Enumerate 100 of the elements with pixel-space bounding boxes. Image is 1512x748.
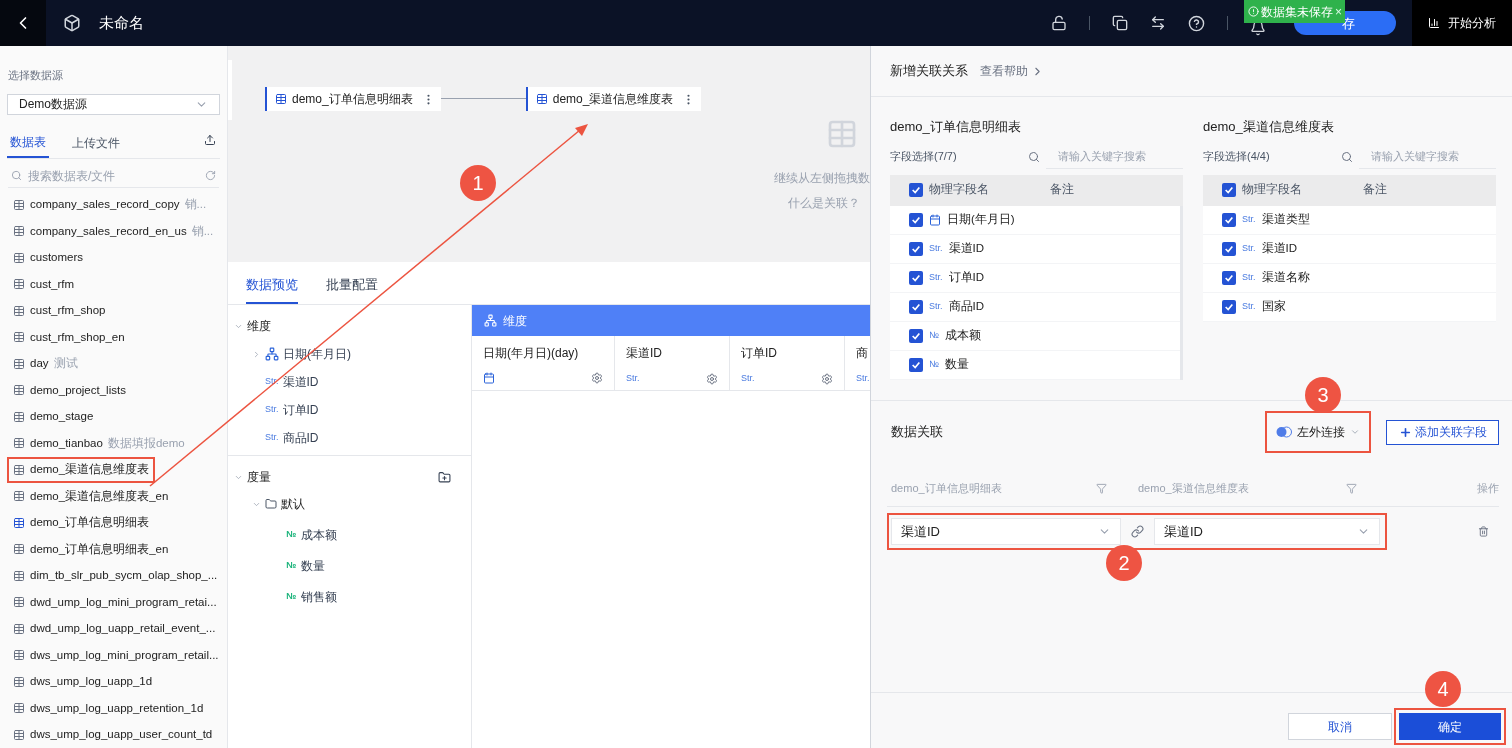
folder-name[interactable]: 默认 [281, 495, 305, 513]
checkbox[interactable] [909, 357, 923, 372]
dimension-field[interactable]: 订单ID [282, 401, 319, 419]
field-name: 渠道名称 [1261, 269, 1310, 285]
table-list-item[interactable]: company_sales_record_copy 销... [7, 191, 213, 218]
table-list-item[interactable]: dws_ump_log_mini_program_retail... [7, 642, 225, 669]
table-list-item[interactable]: cust_rfm_shop [7, 297, 112, 324]
checkbox[interactable] [909, 212, 923, 227]
type-label: № [929, 357, 939, 371]
table-icon [13, 384, 25, 397]
table-list-item[interactable]: demo_stage [7, 403, 100, 430]
field-name: 日期(年月日) [947, 211, 1015, 227]
checkbox[interactable] [1222, 299, 1236, 314]
dimension-field[interactable]: 日期(年月日) [283, 345, 351, 363]
table-icon [13, 649, 25, 662]
sidebar-tab[interactable]: 数据表 [7, 128, 49, 159]
table-list-item[interactable]: day 测试 [7, 350, 84, 377]
preview-tab[interactable]: 批量配置 [326, 268, 378, 304]
hierarchy-icon [265, 347, 279, 361]
column-name: 订单ID [741, 345, 778, 362]
table-list-item[interactable]: demo_订单信息明细表 [7, 509, 156, 536]
column-header[interactable]: 日期(年月日)(day) [472, 336, 615, 390]
preview-tab[interactable]: 数据预览 [246, 268, 298, 304]
measure-field[interactable]: 销售额 [301, 588, 338, 606]
left-field-select[interactable]: 渠道ID [891, 518, 1121, 545]
group-label: 度量 [247, 469, 272, 486]
table-list-item[interactable]: demo_project_lists [7, 377, 132, 404]
field-name: 渠道类型 [1261, 211, 1310, 227]
bell-icon[interactable] [1250, 20, 1266, 36]
search-icon [1341, 150, 1353, 163]
column-heading: demo_渠道信息维度表 [1138, 481, 1250, 497]
canvas-table-node[interactable]: demo_渠道信息维度表 [525, 87, 702, 111]
check-icon [911, 243, 921, 254]
checkbox[interactable] [909, 183, 923, 197]
check-icon [1224, 185, 1234, 195]
join-type-select[interactable]: 左外连接 [1265, 411, 1371, 453]
table-list-item[interactable]: customers [7, 244, 90, 271]
table-list-item[interactable]: dwd_ump_log_uapp_retail_event_... [7, 615, 222, 642]
help-link[interactable]: 查看帮助 [980, 62, 1044, 80]
table-list-item[interactable]: dws_ump_log_uapp_1d [7, 668, 159, 695]
delete-icon[interactable] [1478, 526, 1489, 537]
check-icon [1224, 214, 1234, 225]
table-list-item[interactable]: dwd_ump_log_mini_program_retai... [7, 589, 223, 616]
canvas-table-node[interactable]: demo_订单信息明细表 [265, 87, 441, 111]
checkbox[interactable] [1222, 183, 1236, 197]
table-list-item[interactable]: demo_tianbao 数据填报demo [7, 430, 191, 457]
field-search[interactable]: 请输入关键字搜索 [1046, 144, 1183, 169]
checkbox[interactable] [909, 241, 923, 256]
column-header[interactable]: 渠道ID Str. [615, 336, 730, 390]
type-label: Str. [265, 431, 279, 445]
checkbox[interactable] [909, 299, 923, 314]
type-label: Str. [265, 375, 279, 389]
table-list-item[interactable]: demo_订单信息明细表_en [7, 536, 175, 563]
table-name: demo_stage [30, 409, 94, 425]
source-select[interactable]: Demo数据源 [7, 93, 220, 116]
help-icon[interactable] [1188, 14, 1205, 32]
type-label: Str. [1242, 299, 1256, 313]
field-name: 渠道ID [948, 240, 984, 256]
table-list-item[interactable]: cust_rfm [7, 271, 81, 298]
settings-icon[interactable] [591, 372, 603, 384]
analyze-button[interactable]: 开始分析 [1412, 0, 1512, 46]
table-list-item[interactable]: dws_ump_log_uapp_retention_1d [7, 695, 210, 722]
table-icon [535, 93, 548, 105]
upload-icon[interactable] [204, 134, 216, 147]
table-list-item[interactable]: dws_ump_log_uapp_user_count_td [7, 721, 219, 748]
table-list-item[interactable]: demo_渠道信息维度表 [7, 456, 156, 483]
measure-field[interactable]: 数量 [301, 557, 326, 575]
checkbox[interactable] [1222, 212, 1236, 227]
search-field[interactable]: 搜索数据表/文件 [28, 166, 199, 185]
checkbox[interactable] [909, 328, 923, 343]
sidebar-tab[interactable]: 上传文件 [69, 128, 123, 159]
chevron-down-icon [1350, 427, 1360, 437]
checkbox[interactable] [1222, 270, 1236, 285]
type-label: Str. [929, 299, 943, 313]
swap-icon[interactable] [1150, 15, 1166, 31]
add-folder-icon[interactable] [438, 470, 451, 484]
table-icon [13, 516, 25, 529]
node-name: demo_订单信息明细表 [292, 91, 413, 108]
dimension-field[interactable]: 商品ID [282, 429, 319, 447]
field-search[interactable]: 请输入关键字搜索 [1359, 144, 1496, 169]
copy-icon[interactable] [1112, 15, 1128, 31]
table-list-item[interactable]: demo_渠道信息维度表_en [7, 483, 175, 510]
dimension-field[interactable]: 渠道ID [282, 373, 319, 391]
table-list-item[interactable]: cust_rfm_shop_en [7, 324, 131, 351]
table-list-item[interactable]: dim_tb_slr_pub_sycm_olap_shop_... [7, 562, 224, 589]
table-icon [13, 622, 25, 635]
checkbox[interactable] [909, 270, 923, 285]
settings-icon[interactable] [821, 372, 833, 385]
right-field-select[interactable]: 渠道ID [1154, 518, 1380, 545]
add-relation-field-button[interactable]: 添加关联字段 [1386, 419, 1499, 445]
settings-icon[interactable] [706, 372, 718, 385]
lock-icon[interactable] [1051, 15, 1067, 31]
cancel-button[interactable]: 取消 [1288, 713, 1392, 740]
confirm-button[interactable]: 确定 [1399, 713, 1501, 740]
checkbox[interactable] [1222, 241, 1236, 256]
measure-field[interactable]: 成本额 [301, 526, 338, 544]
canvas-hint: 什么是关联？ [788, 196, 860, 212]
column-header[interactable]: 订单ID Str. [730, 336, 845, 390]
type-label: № [286, 528, 297, 542]
table-list-item[interactable]: company_sales_record_en_us 销... [7, 218, 220, 245]
